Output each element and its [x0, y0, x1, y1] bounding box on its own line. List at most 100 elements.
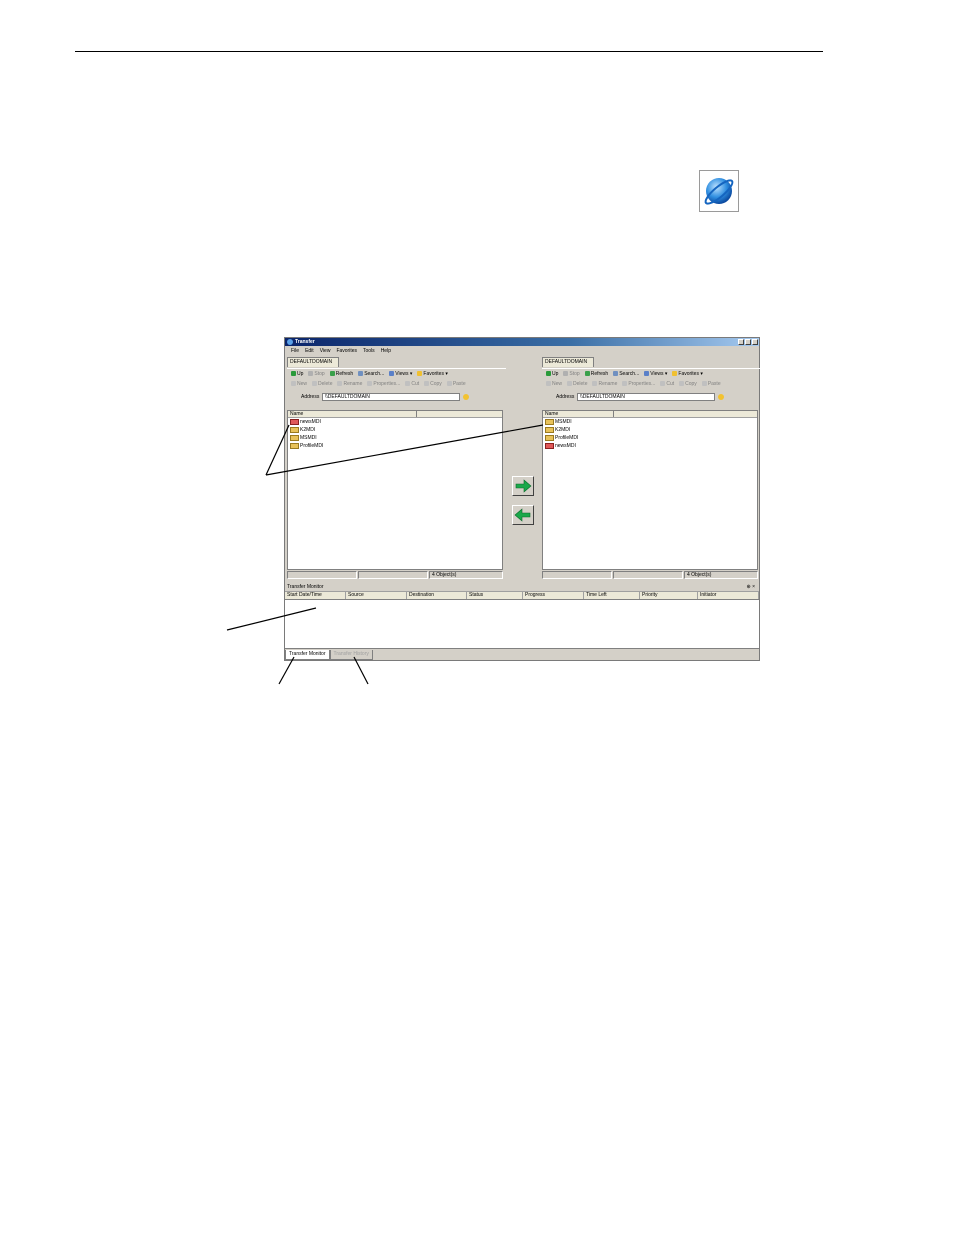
maximize-button[interactable]: [745, 339, 751, 345]
new-button[interactable]: New: [291, 379, 307, 389]
monitor-title-bar: Transfer Monitor ⊕ ×: [285, 584, 759, 592]
list-item[interactable]: newsMDI: [543, 442, 757, 450]
folder-icon: [290, 442, 299, 449]
col-initiator[interactable]: Initiator: [698, 592, 759, 599]
left-toolbar: Up Stop Refresh Search... Views ▾ Favori…: [287, 368, 506, 379]
col-priority[interactable]: Priority: [640, 592, 698, 599]
col-time-left[interactable]: Time Left: [584, 592, 640, 599]
right-toolbar: Up Stop Refresh Search... Views ▾ Favori…: [542, 368, 761, 379]
item-label: MSMDI: [300, 435, 317, 441]
folder-icon: [290, 434, 299, 441]
paste-label: Paste: [707, 381, 721, 387]
stop-button[interactable]: Stop: [308, 369, 325, 379]
delete-label: Delete: [573, 381, 588, 387]
col-status[interactable]: Status: [467, 592, 523, 599]
up-label: Up: [552, 371, 559, 377]
stop-icon: [308, 371, 314, 377]
title-bar: Transfer: [285, 338, 759, 346]
right-address-bar: Address \\DEFAULTDOMAIN: [542, 392, 761, 402]
list-item[interactable]: ProfileMDI: [288, 442, 502, 450]
copy-button[interactable]: Copy: [679, 379, 697, 389]
menu-edit[interactable]: Edit: [305, 347, 314, 355]
favorites-button[interactable]: Favorites ▾: [672, 369, 703, 379]
minimize-button[interactable]: [738, 339, 744, 345]
refresh-button[interactable]: Refresh: [329, 369, 353, 379]
list-item[interactable]: ProfileMDI: [543, 434, 757, 442]
properties-label: Properties...: [628, 381, 656, 387]
refresh-button[interactable]: Refresh: [584, 369, 608, 379]
views-button[interactable]: Views ▾: [644, 369, 667, 379]
col-progress[interactable]: Progress: [523, 592, 584, 599]
rename-button[interactable]: Rename: [592, 379, 617, 389]
views-icon: [389, 371, 395, 377]
left-file-list[interactable]: Name newsMDI K2MDI MSMDI ProfileMDI: [287, 410, 503, 570]
list-item[interactable]: K2MDI: [543, 426, 757, 434]
callout-line-monitor-tab: [278, 656, 295, 685]
delete-button[interactable]: Delete: [567, 379, 587, 389]
status-cell: [358, 571, 428, 579]
favorites-button[interactable]: Favorites ▾: [417, 369, 448, 379]
cut-icon: [660, 381, 666, 387]
delete-button[interactable]: Delete: [312, 379, 332, 389]
rename-label: Rename: [598, 381, 618, 387]
tab-transfer-monitor[interactable]: Transfer Monitor: [285, 650, 330, 660]
go-icon[interactable]: [463, 394, 469, 400]
menu-tools[interactable]: Tools: [363, 347, 375, 355]
copy-button[interactable]: Copy: [424, 379, 442, 389]
item-label: MSMDI: [555, 419, 572, 425]
stop-button[interactable]: Stop: [563, 369, 580, 379]
paste-button[interactable]: Paste: [446, 379, 466, 389]
rename-button[interactable]: Rename: [337, 379, 362, 389]
up-label: Up: [297, 371, 304, 377]
left-status-bar: 4 Object(s): [287, 571, 503, 579]
col-destination[interactable]: Destination: [407, 592, 467, 599]
search-button[interactable]: Search...: [358, 369, 384, 379]
transfer-right-button[interactable]: [512, 476, 534, 496]
list-item[interactable]: MSMDI: [288, 434, 502, 442]
list-item[interactable]: K2MDI: [288, 426, 502, 434]
item-label: K2MDI: [555, 427, 571, 433]
new-button[interactable]: New: [546, 379, 562, 389]
cut-button[interactable]: Cut: [405, 379, 419, 389]
go-icon[interactable]: [718, 394, 724, 400]
folder-icon: [290, 418, 299, 425]
cut-button[interactable]: Cut: [660, 379, 674, 389]
col-source[interactable]: Source: [346, 592, 407, 599]
menu-file[interactable]: File: [291, 347, 299, 355]
copy-label: Copy: [685, 381, 697, 387]
tab-transfer-history[interactable]: Transfer History: [329, 650, 373, 660]
item-label: ProfileMDI: [555, 435, 579, 441]
address-input[interactable]: \\DEFAULTDOMAIN: [322, 393, 460, 401]
item-label: ProfileMDI: [300, 443, 324, 449]
up-button[interactable]: Up: [291, 369, 303, 379]
right-domain-tab[interactable]: DEFAULTDOMAIN: [542, 357, 594, 367]
properties-button[interactable]: Properties...: [622, 379, 655, 389]
monitor-list[interactable]: [285, 600, 759, 649]
close-button[interactable]: [752, 339, 758, 345]
transfer-left-button[interactable]: [512, 505, 534, 525]
arrow-right-icon: [515, 479, 532, 493]
properties-button[interactable]: Properties...: [367, 379, 400, 389]
left-domain-tab[interactable]: DEFAULTDOMAIN: [287, 357, 339, 367]
list-item[interactable]: MSMDI: [543, 418, 757, 426]
delete-label: Delete: [318, 381, 333, 387]
views-button[interactable]: Views ▾: [389, 369, 412, 379]
name-column-header[interactable]: Name: [543, 411, 757, 418]
rename-label: Rename: [343, 381, 363, 387]
list-item[interactable]: newsMDI: [288, 418, 502, 426]
pin-close-icon[interactable]: ⊕ ×: [747, 584, 756, 591]
menu-favorites[interactable]: Favorites: [336, 347, 357, 355]
new-icon: [546, 381, 551, 387]
col-start-date[interactable]: Start Date/Time: [285, 592, 346, 599]
name-column-header[interactable]: Name: [288, 411, 502, 418]
menu-help[interactable]: Help: [381, 347, 391, 355]
up-icon: [546, 371, 551, 377]
address-input[interactable]: \\DEFAULTDOMAIN: [577, 393, 715, 401]
search-button[interactable]: Search...: [613, 369, 639, 379]
transfer-monitor-panel: Transfer Monitor ⊕ × Start Date/Time Sou…: [285, 584, 759, 649]
paste-label: Paste: [452, 381, 466, 387]
right-file-list[interactable]: Name MSMDI K2MDI ProfileMDI newsMDI: [542, 410, 758, 570]
up-button[interactable]: Up: [546, 369, 558, 379]
paste-button[interactable]: Paste: [701, 379, 721, 389]
menu-view[interactable]: View: [320, 347, 331, 355]
